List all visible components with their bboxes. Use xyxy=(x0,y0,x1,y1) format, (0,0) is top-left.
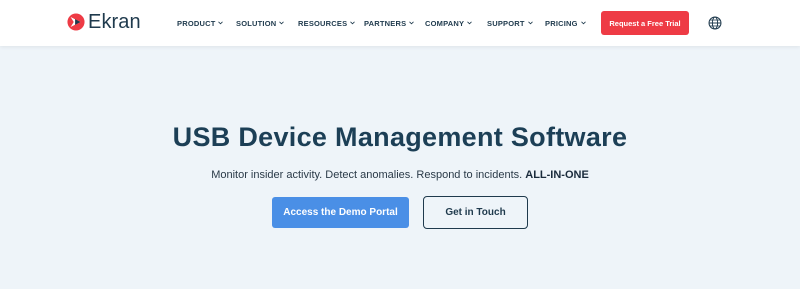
nav-item-label: PARTNERS xyxy=(364,18,407,28)
chevron-down-icon xyxy=(467,21,472,25)
brand-name: Ekran xyxy=(88,11,141,33)
chevron-down-icon xyxy=(409,21,415,25)
nav-item-pricing[interactable]: PRICING xyxy=(545,17,586,29)
nav-item-label: SOLUTION xyxy=(236,18,277,28)
nav-item-support[interactable]: SUPPORT xyxy=(487,17,533,29)
hero-subtitle-text: Monitor insider activity. Detect anomali… xyxy=(211,169,523,181)
chevron-down-icon xyxy=(527,21,533,25)
nav-item-label: SUPPORT xyxy=(487,18,525,28)
nav-item-label: COMPANY xyxy=(425,18,465,28)
nav-item-company[interactable]: COMPANY xyxy=(425,17,472,29)
chevron-down-icon xyxy=(279,21,285,25)
hero-subtitle-emphasis: ALL-IN-ONE xyxy=(525,169,589,181)
get-in-touch-button[interactable]: Get in Touch xyxy=(423,196,528,229)
globe-icon[interactable] xyxy=(708,16,722,30)
access-demo-portal-button[interactable]: Access the Demo Portal xyxy=(272,197,409,228)
nav-item-label: PRODUCT xyxy=(177,18,216,28)
nav-item-partners[interactable]: PARTNERS xyxy=(364,17,415,29)
chevron-down-icon xyxy=(580,21,586,25)
page-title: USB Device Management Software xyxy=(172,122,628,152)
nav-item-label: RESOURCES xyxy=(298,18,348,28)
request-free-trial-button[interactable]: Request a Free Trial xyxy=(601,11,689,35)
nav-item-solution[interactable]: SOLUTION xyxy=(236,17,285,29)
chevron-down-icon xyxy=(218,21,224,25)
hero-subtitle: Monitor insider activity. Detect anomali… xyxy=(0,167,800,183)
nav-item-product[interactable]: PRODUCT xyxy=(177,17,224,29)
nav-item-resources[interactable]: RESOURCES xyxy=(298,17,356,29)
top-navbar: Ekran PRODUCT SOLUTION RESOURCES PARTNER… xyxy=(0,0,800,46)
logo-mark-icon xyxy=(67,13,85,31)
nav-item-label: PRICING xyxy=(545,18,578,28)
chevron-down-icon xyxy=(350,21,356,25)
brand-logo[interactable]: Ekran xyxy=(67,11,141,33)
